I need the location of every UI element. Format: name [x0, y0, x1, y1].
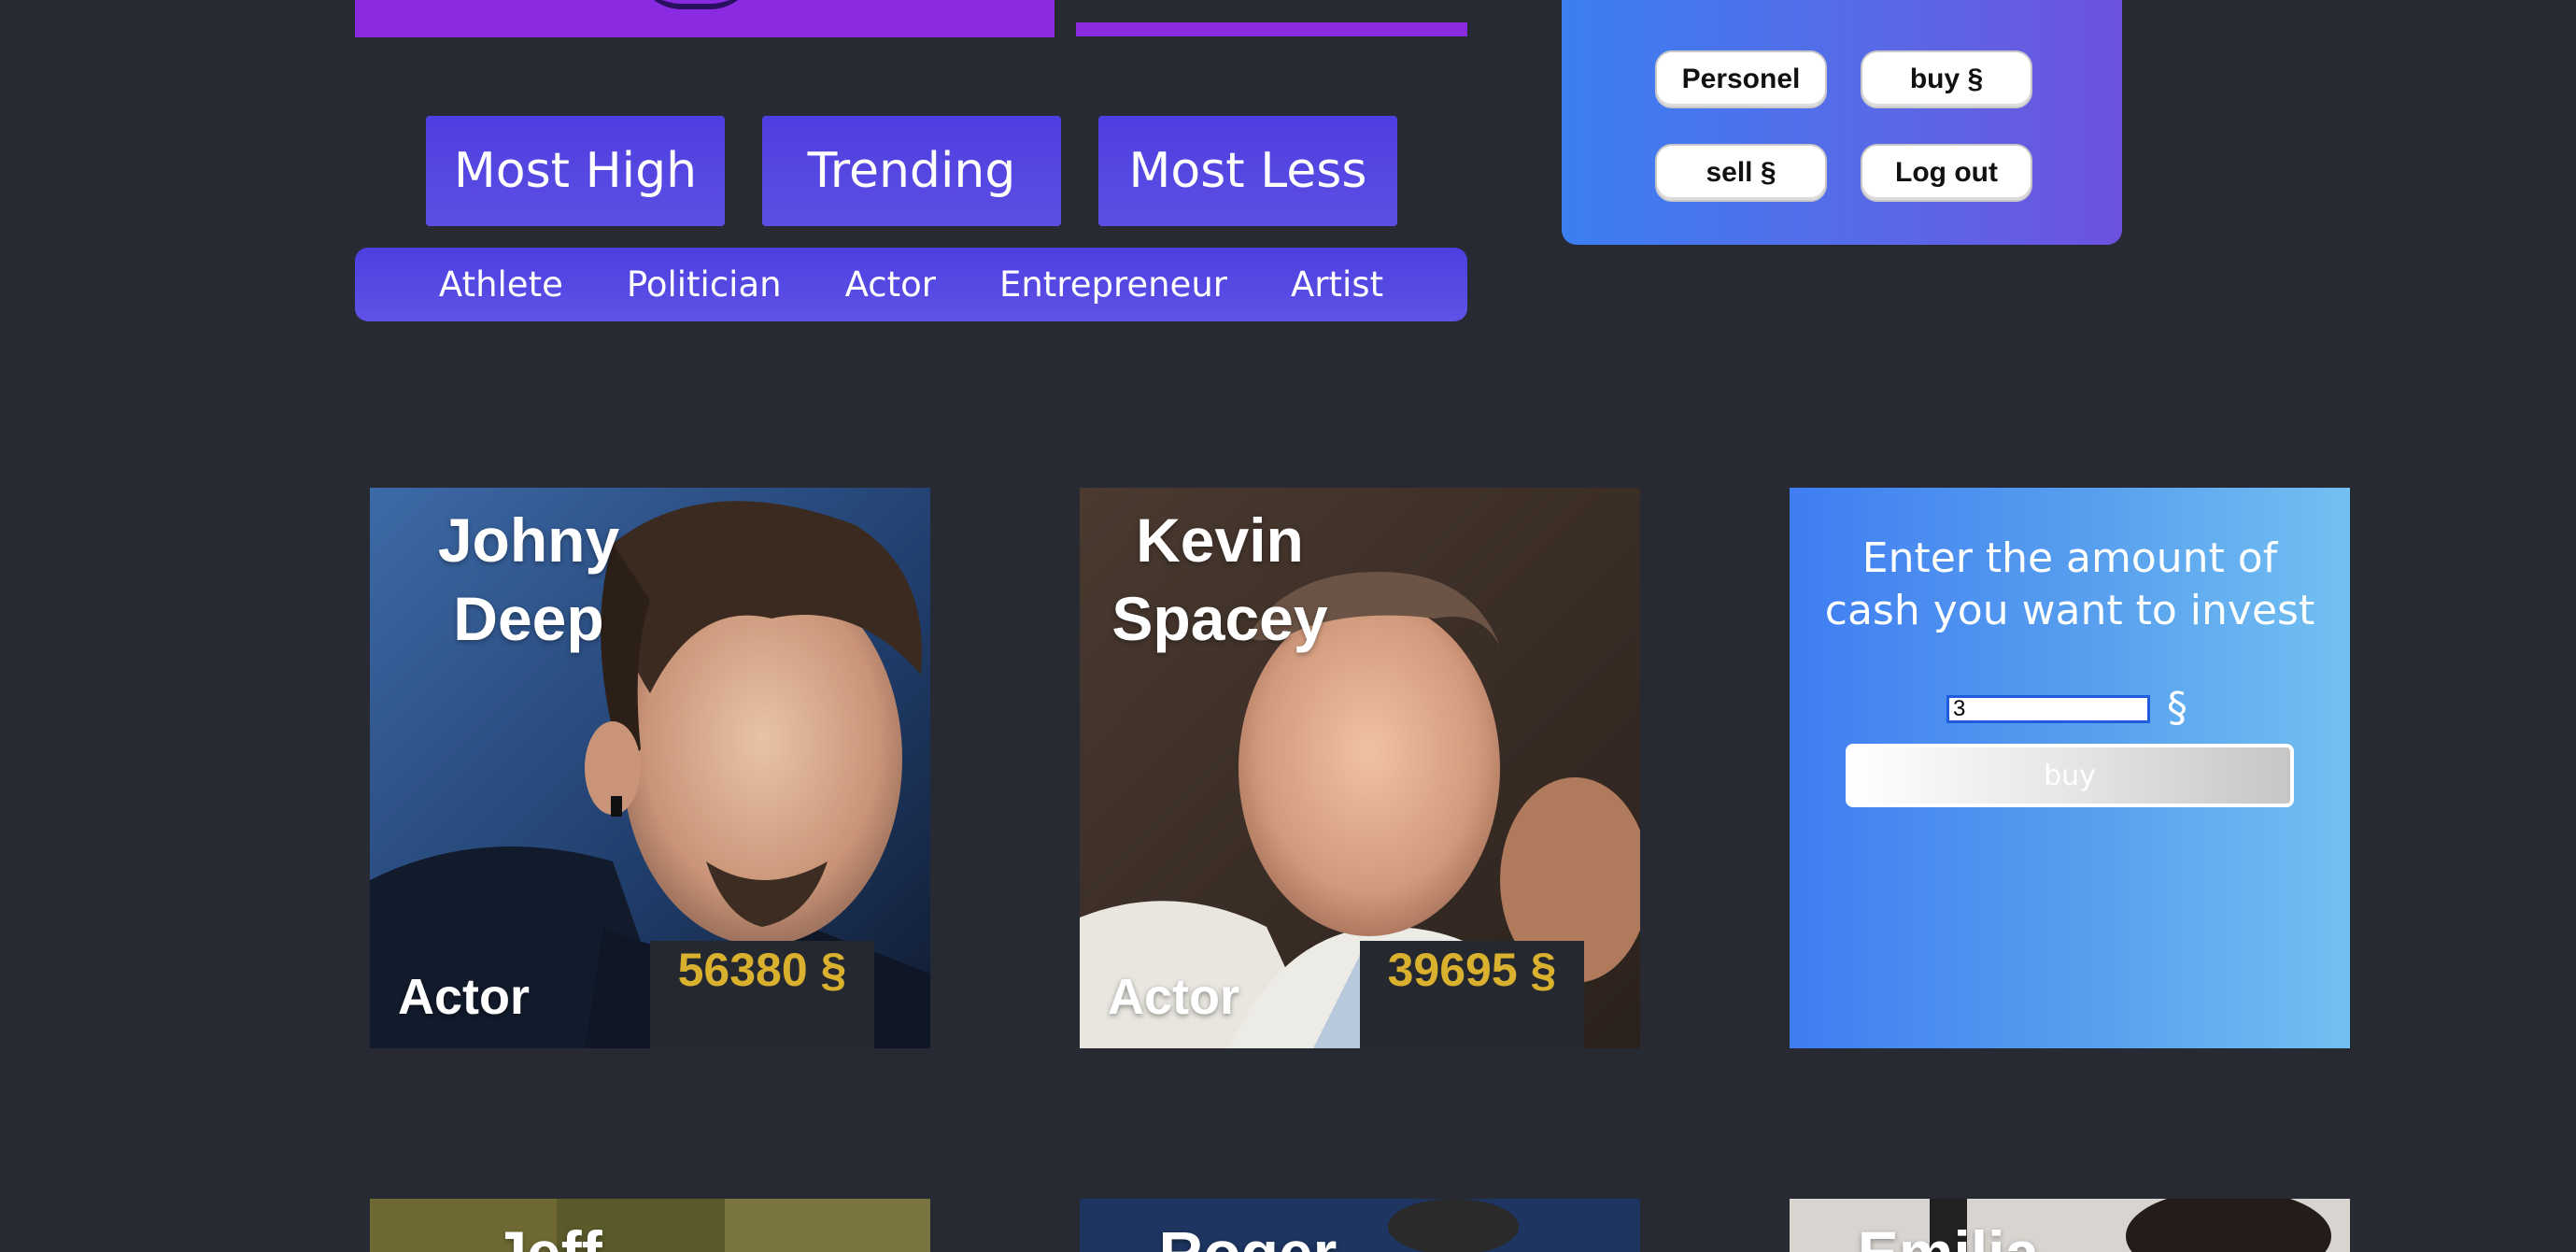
- celebrity-card[interactable]: Roger: [1080, 1199, 1640, 1252]
- category-nav: Athlete Politician Actor Entrepreneur Ar…: [355, 248, 1467, 321]
- top-banner: [355, 0, 1054, 37]
- celebrity-first-name: Roger: [1126, 1214, 1369, 1252]
- category-artist[interactable]: Artist: [1259, 264, 1415, 305]
- celebrity-price: 39695 §: [1360, 941, 1584, 1048]
- sell-currency-button[interactable]: sell §: [1655, 144, 1827, 202]
- celebrity-last-name: Deep: [453, 584, 604, 653]
- invest-panel: Enter the amount of cash you want to inv…: [1790, 488, 2350, 1048]
- invest-buy-button[interactable]: buy: [1846, 744, 2294, 807]
- category-politician[interactable]: Politician: [595, 264, 814, 305]
- currency-symbol: §: [2167, 684, 2187, 732]
- top-accent-bar: [1076, 22, 1467, 36]
- celebrity-last-name: Spacey: [1111, 584, 1328, 653]
- logout-button[interactable]: Log out: [1861, 144, 2032, 202]
- price-value: 56380 §: [677, 944, 847, 996]
- celebrity-card[interactable]: Johny Deep Actor 56380 §: [370, 488, 930, 1048]
- logo-icon: [635, 0, 757, 9]
- celebrity-card[interactable]: Emilia: [1790, 1199, 2350, 1252]
- category-entrepreneur[interactable]: Entrepreneur: [968, 264, 1259, 305]
- invest-prompt: Enter the amount of cash you want to inv…: [1824, 534, 2315, 634]
- price-value: 39695 §: [1387, 944, 1557, 996]
- celebrity-first-name: Johny: [437, 505, 620, 575]
- category-athlete[interactable]: Athlete: [407, 264, 595, 305]
- invest-amount-input[interactable]: [1946, 695, 2150, 723]
- buy-currency-button[interactable]: buy §: [1861, 50, 2032, 108]
- celebrity-first-name: Kevin: [1136, 505, 1304, 575]
- sort-trending-button[interactable]: Trending: [762, 116, 1061, 226]
- celebrity-first-name: Jeff: [426, 1214, 669, 1252]
- sort-most-less-button[interactable]: Most Less: [1098, 116, 1397, 226]
- user-menu-panel: Personel buy § sell § Log out: [1562, 0, 2122, 245]
- celebrity-first-name: Emilia: [1827, 1214, 2070, 1252]
- category-actor[interactable]: Actor: [814, 264, 968, 305]
- celebrity-category: Actor: [398, 969, 531, 1025]
- celebrity-name: Kevin Spacey: [1108, 501, 1332, 658]
- celebrity-category: Actor: [1108, 969, 1240, 1025]
- celebrity-card[interactable]: Jeff: [370, 1199, 930, 1252]
- celebrity-price: 56380 §: [650, 941, 874, 1048]
- celebrity-card[interactable]: Kevin Spacey Actor 39695 §: [1080, 488, 1640, 1048]
- sort-most-high-button[interactable]: Most High: [426, 116, 725, 226]
- personel-button[interactable]: Personel: [1655, 50, 1827, 108]
- celebrity-name: Johny Deep: [407, 501, 650, 658]
